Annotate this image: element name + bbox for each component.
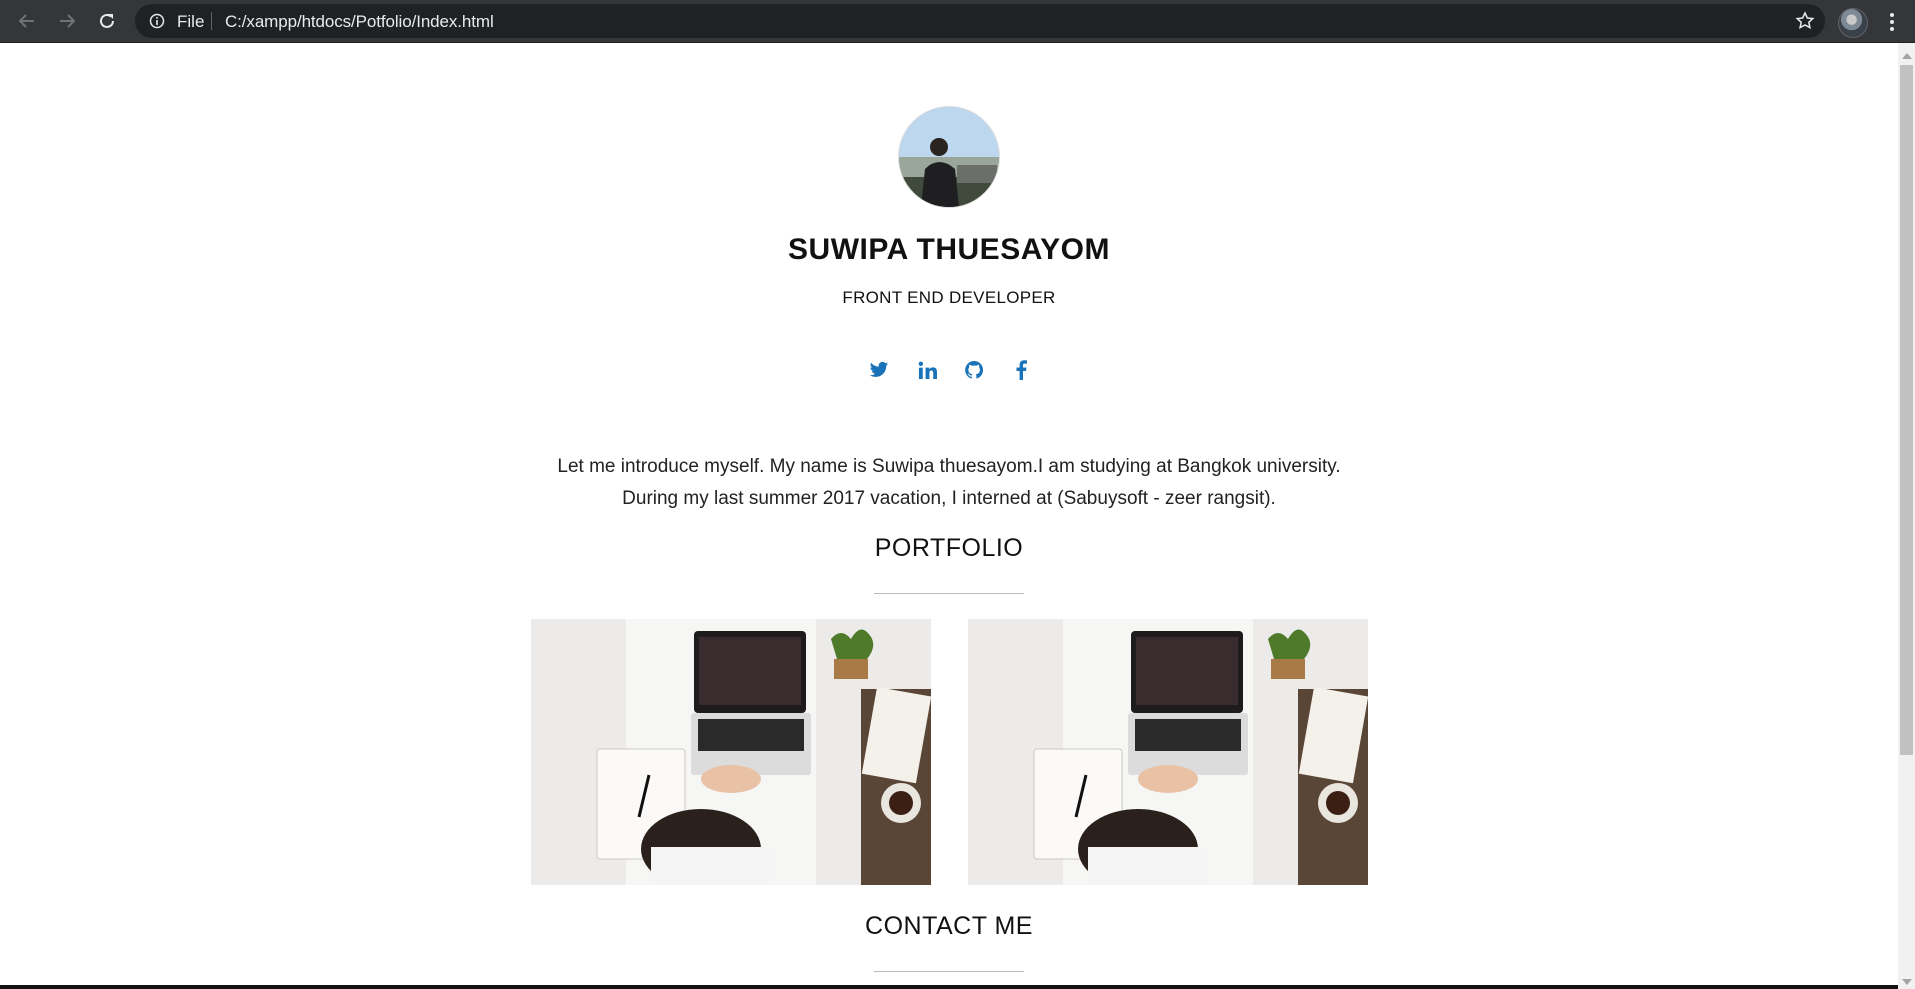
portfolio-item-2[interactable] <box>968 619 1368 885</box>
profile-name: SUWIPA THUESAYOM <box>788 233 1110 266</box>
scroll-down-arrow-icon[interactable] <box>1902 979 1912 985</box>
reload-icon <box>100 13 114 28</box>
facebook-icon <box>1016 360 1027 380</box>
intro-text: Let me introduce myself. My name is Suwi… <box>480 451 1418 515</box>
facebook-link[interactable] <box>1008 357 1034 383</box>
profile-role: FRONT END DEVELOPER <box>842 288 1056 307</box>
portfolio-item-1[interactable] <box>531 619 931 885</box>
scheme-label: File <box>177 12 205 31</box>
intro-line-1: Let me introduce myself. My name is Suwi… <box>557 456 1341 477</box>
workspace-image <box>531 619 931 885</box>
workspace-image <box>968 619 1368 885</box>
github-icon <box>965 360 984 379</box>
portfolio-heading: PORTFOLIO <box>874 534 1024 562</box>
social-links <box>866 357 1036 387</box>
scroll-up-arrow-icon[interactable] <box>1902 53 1912 59</box>
twitter-icon <box>869 361 889 377</box>
url-text[interactable]: C:/xampp/htdocs/Potfolio/Index.html <box>225 12 494 32</box>
address-bar[interactable]: File C:/xampp/htdocs/Potfolio/Index.html <box>135 4 1825 38</box>
info-icon[interactable] <box>149 13 165 29</box>
intro-line-2: During my last summer 2017 vacation, I i… <box>622 488 1276 509</box>
contact-heading: CONTACT ME <box>865 912 1033 940</box>
back-button[interactable] <box>13 7 41 35</box>
linkedin-icon <box>918 361 937 379</box>
bookmark-star-icon[interactable] <box>1795 11 1815 31</box>
forward-button[interactable] <box>53 7 81 35</box>
profile-photo <box>898 106 1000 208</box>
window-bottom-edge <box>0 985 1898 989</box>
arrow-right-icon <box>60 14 76 28</box>
contact-divider <box>874 971 1024 972</box>
linkedin-link[interactable] <box>914 357 940 383</box>
arrow-left-icon <box>18 14 34 28</box>
reload-button[interactable] <box>93 7 121 35</box>
portfolio-divider <box>874 593 1024 594</box>
page-scrollbar[interactable] <box>1898 43 1915 989</box>
address-divider <box>211 12 212 30</box>
twitter-link[interactable] <box>866 357 892 383</box>
browser-toolbar: File C:/xampp/htdocs/Potfolio/Index.html <box>0 0 1915 43</box>
portfolio-page: SUWIPA THUESAYOM FRONT END DEVELOPER Let… <box>0 43 1898 985</box>
browser-menu-button[interactable] <box>1880 9 1904 35</box>
scroll-thumb[interactable] <box>1900 65 1913 755</box>
github-link[interactable] <box>961 357 987 383</box>
browser-profile-avatar[interactable] <box>1838 8 1868 38</box>
